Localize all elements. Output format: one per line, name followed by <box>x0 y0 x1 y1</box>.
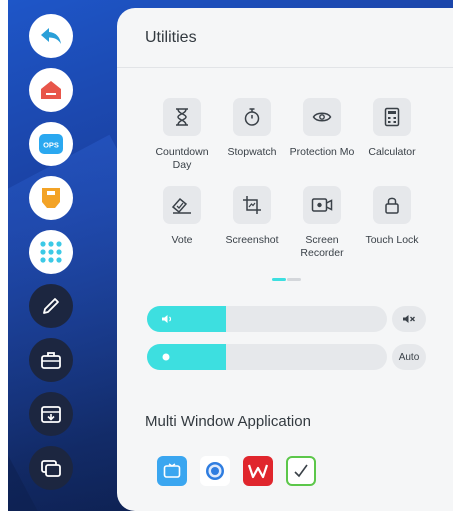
tool-touch-lock-tile <box>373 186 411 224</box>
tool-screen-recorder[interactable]: Screen Recorder <box>287 186 357 260</box>
tool-countdown-day[interactable]: Countdown Day <box>147 98 217 172</box>
brightness-slider[interactable] <box>147 344 387 370</box>
tool-label: Vote <box>171 234 193 246</box>
tool-vote[interactable]: Vote <box>147 186 217 247</box>
tool-calculator-tile <box>373 98 411 136</box>
tool-label: Screenshot <box>225 234 279 246</box>
tool-screenshot[interactable]: Screenshot <box>217 186 287 247</box>
panel-header: Utilities <box>117 8 453 68</box>
download-tray-icon <box>41 406 61 423</box>
volume-slider[interactable] <box>147 306 387 332</box>
tool-label: Touch Lock <box>365 234 419 246</box>
wps-app-glyph <box>247 464 269 479</box>
tool-protection-mode-tile <box>303 98 341 136</box>
volume-slider-row <box>147 306 437 332</box>
wps-app-icon[interactable] <box>243 456 273 486</box>
note-app-icon[interactable] <box>286 456 316 486</box>
back-button[interactable] <box>29 14 73 58</box>
volume-slider-fill <box>147 306 227 332</box>
brightness-slider-row: Auto <box>147 344 437 370</box>
tool-label: Countdown Day <box>155 146 209 171</box>
recorder-icon <box>311 198 333 212</box>
home-icon <box>41 81 61 99</box>
tool-label: Screen Recorder <box>300 234 344 259</box>
tool-countdown-day-tile <box>163 98 201 136</box>
panel-title: Utilities <box>145 28 197 46</box>
briefcase-icon <box>41 352 61 369</box>
browser-app-icon[interactable] <box>200 456 230 486</box>
sidebar: OPS <box>22 14 80 502</box>
multi-window-title: Multi Window Application <box>145 413 311 430</box>
tool-screenshot-tile <box>233 186 271 224</box>
ops-icon-label: OPS <box>43 141 59 150</box>
auto-brightness-button[interactable]: Auto <box>392 344 426 370</box>
windows-button[interactable] <box>29 446 73 490</box>
lock-icon <box>385 197 399 214</box>
multi-window-icon <box>41 460 61 477</box>
calculator-icon <box>384 107 400 127</box>
ops-icon: OPS <box>39 134 63 154</box>
toolbox-button[interactable] <box>29 338 73 382</box>
stopwatch-icon <box>244 108 260 126</box>
utilities-panel: Utilities Countdown Day Stopwatch Protec… <box>117 8 453 511</box>
multi-window-apps <box>157 456 316 486</box>
tool-label: Stopwatch <box>227 146 277 158</box>
tool-label: Protection Mo <box>289 146 355 158</box>
tool-calculator[interactable]: Calculator <box>357 98 427 159</box>
back-arrow-icon <box>41 28 61 44</box>
tool-touch-lock[interactable]: Touch Lock <box>357 186 427 247</box>
tool-label: Calculator <box>368 146 416 158</box>
hourglass-icon <box>176 108 188 126</box>
tool-protection-mode[interactable]: Protection Mo <box>287 98 357 159</box>
speaker-icon <box>162 315 172 323</box>
screen-edge <box>0 0 8 511</box>
crop-icon <box>243 196 261 214</box>
source-button[interactable] <box>29 176 73 220</box>
apps-button[interactable] <box>29 230 73 274</box>
home-button[interactable] <box>29 68 73 112</box>
browser-app-glyph <box>206 462 224 480</box>
vote-icon <box>171 197 191 214</box>
mute-icon <box>403 315 415 323</box>
ethernet-port-icon <box>42 188 60 208</box>
tool-stopwatch[interactable]: Stopwatch <box>217 98 287 159</box>
note-app-glyph <box>294 464 308 478</box>
download-button[interactable] <box>29 392 73 436</box>
tv-app-icon[interactable] <box>157 456 187 486</box>
brightness-slider-fill <box>147 344 227 370</box>
tv-app-glyph <box>163 463 181 478</box>
page-dot-active <box>272 278 286 281</box>
page-indicator <box>272 278 302 281</box>
tool-vote-tile <box>163 186 201 224</box>
page-dot <box>287 278 301 281</box>
eye-icon <box>312 112 332 122</box>
pencil-icon <box>43 298 59 314</box>
brightness-icon <box>162 353 170 361</box>
ops-button[interactable]: OPS <box>29 122 73 166</box>
tool-screen-recorder-tile <box>303 186 341 224</box>
tool-stopwatch-tile <box>233 98 271 136</box>
annotate-button[interactable] <box>29 284 73 328</box>
apps-grid-icon <box>40 241 62 263</box>
mute-button[interactable] <box>392 306 426 332</box>
